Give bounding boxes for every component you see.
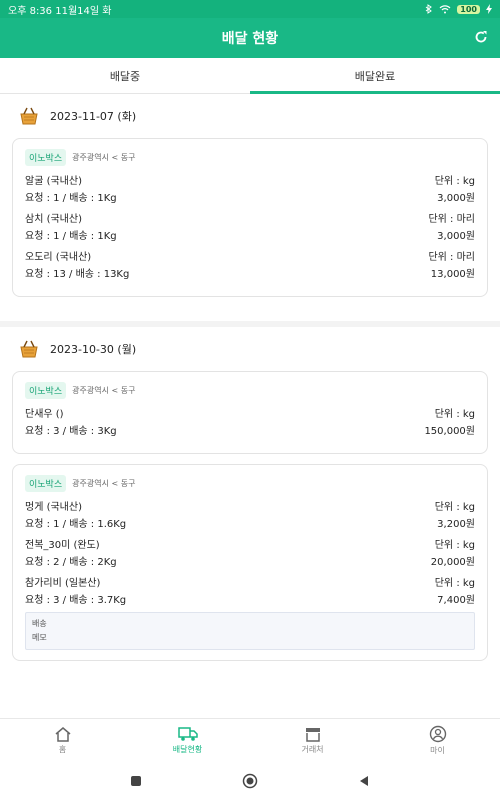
item-name: 오도리 (국내산): [25, 252, 92, 263]
date-header: 2023-11-07 (화): [12, 94, 488, 138]
order-card[interactable]: 이노박스 광주광역시 < 동구 알굴 (국내산) 요청 : 1 / 배송 : 1K…: [12, 138, 488, 297]
item-quantity: 요청 : 3 / 배송 : 3Kg: [25, 426, 117, 437]
item-unit: 단위 : kg: [434, 540, 475, 551]
order-item: 멍게 (국내산) 요청 : 1 / 배송 : 1.6Kg 단위 : kg 3,200…: [25, 498, 475, 530]
store-badge: 이노박스: [25, 382, 67, 399]
refresh-button[interactable]: [472, 28, 490, 46]
home-icon: [55, 727, 70, 742]
item-quantity: 요청 : 3 / 배송 : 3.7Kg: [25, 595, 127, 606]
order-item: 참가리비 (일본산) 요청 : 3 / 배송 : 3.7Kg 단위 : kg 7,4…: [25, 574, 475, 606]
order-item: 알굴 (국내산) 요청 : 1 / 배송 : 1Kg 단위 : kg 3,000원: [25, 172, 475, 204]
nav-my[interactable]: 마이: [375, 719, 500, 762]
order-item: 삼치 (국내산) 요청 : 1 / 배송 : 1Kg 단위 : 마리 3,000원: [25, 210, 475, 242]
nav-label: 마이: [430, 746, 445, 755]
store-region: 광주광역시 < 동구: [72, 386, 136, 395]
item-price: 150,000원: [424, 426, 475, 437]
item-unit: 단위 : 마리: [428, 214, 475, 225]
item-price: 3,200원: [437, 519, 475, 530]
order-item: 오도리 (국내산) 요청 : 13 / 배송 : 13Kg 단위 : 마리 13,0…: [25, 248, 475, 280]
nav-label: 거래처: [301, 745, 324, 754]
delivery-date: 2023-11-07 (화): [50, 110, 137, 123]
item-unit: 단위 : 마리: [428, 252, 475, 263]
truck-icon: [177, 727, 198, 741]
memo-label: 배송: [32, 619, 47, 628]
nav-label: 홈: [58, 745, 67, 754]
nav-delivery-status[interactable]: 배달현황: [125, 719, 250, 762]
order-card[interactable]: 이노박스 광주광역시 < 동구 멍게 (국내산) 요청 : 1 / 배송 : 1.…: [12, 464, 488, 661]
status-icons: 100: [425, 4, 492, 14]
item-name: 알굴 (국내산): [25, 176, 82, 187]
order-item: 단새우 () 요청 : 3 / 배송 : 3Kg 단위 : kg 150,000원: [25, 405, 475, 437]
basket-icon: [20, 340, 38, 358]
item-quantity: 요청 : 2 / 배송 : 2Kg: [25, 557, 117, 568]
battery-level: 100: [457, 4, 480, 14]
user-icon: [429, 725, 446, 743]
page-title: 배달 현황: [221, 31, 279, 47]
item-name: 단새우 (): [25, 409, 64, 420]
item-name: 삼치 (국내산): [25, 214, 82, 225]
basket-icon: [20, 107, 38, 125]
delivery-memo: 배송 메모: [25, 612, 475, 650]
tab-bar: 배달중 배달완료: [0, 58, 500, 94]
order-item: 전복_30미 (완도) 요청 : 2 / 배송 : 2Kg 단위 : kg 20,0…: [25, 536, 475, 568]
refresh-icon: [475, 31, 487, 43]
tab-in-delivery[interactable]: 배달중: [0, 58, 250, 93]
bluetooth-icon: [425, 4, 433, 14]
recent-apps-icon[interactable]: [130, 775, 142, 787]
item-price: 3,000원: [437, 193, 475, 204]
tab-label: 배달완료: [354, 69, 396, 83]
app-bar: 배달 현황: [0, 18, 500, 58]
order-card[interactable]: 이노박스 광주광역시 < 동구 단새우 () 요청 : 3 / 배송 : 3Kg …: [12, 371, 488, 454]
item-price: 20,000원: [430, 557, 475, 568]
item-unit: 단위 : kg: [434, 502, 475, 513]
nav-stores[interactable]: 거래처: [250, 719, 375, 762]
tab-delivered[interactable]: 배달완료: [250, 58, 500, 94]
memo-text: 메모: [32, 633, 47, 642]
item-quantity: 요청 : 13 / 배송 : 13Kg: [25, 269, 130, 280]
charging-icon: [486, 4, 492, 14]
item-unit: 단위 : kg: [434, 409, 475, 420]
bottom-nav: 홈 배달현황 거래처 마이: [0, 718, 500, 762]
nav-label: 배달현황: [172, 745, 203, 754]
home-button-icon[interactable]: [242, 773, 258, 789]
item-quantity: 요청 : 1 / 배송 : 1Kg: [25, 193, 117, 204]
item-quantity: 요청 : 1 / 배송 : 1Kg: [25, 231, 117, 242]
item-unit: 단위 : kg: [434, 578, 475, 589]
tab-label: 배달중: [109, 69, 141, 83]
item-name: 멍게 (국내산): [25, 502, 82, 513]
system-nav-bar: [0, 762, 500, 800]
store-icon: [305, 728, 320, 742]
status-bar: 오후 8:36 11월14일 화 100: [0, 0, 500, 18]
delivery-date: 2023-10-30 (월): [50, 343, 137, 356]
wifi-icon: [439, 4, 451, 13]
item-quantity: 요청 : 1 / 배송 : 1.6Kg: [25, 519, 127, 530]
store-region: 광주광역시 < 동구: [72, 153, 136, 162]
date-group: 2023-10-30 (월) 이노박스 광주광역시 < 동구 단새우 () 요청 …: [0, 321, 500, 685]
item-price: 7,400원: [437, 595, 475, 606]
item-name: 전복_30미 (완도): [25, 540, 100, 551]
delivery-list[interactable]: 2023-11-07 (화) 이노박스 광주광역시 < 동구 알굴 (국내산) 요…: [0, 94, 500, 718]
nav-home[interactable]: 홈: [0, 719, 125, 762]
store-badge: 이노박스: [25, 475, 67, 492]
item-price: 3,000원: [437, 231, 475, 242]
status-time: 오후 8:36 11월14일 화: [8, 5, 112, 17]
item-unit: 단위 : kg: [434, 176, 475, 187]
back-icon[interactable]: [358, 775, 370, 787]
store-badge: 이노박스: [25, 149, 67, 166]
item-name: 참가리비 (일본산): [25, 578, 101, 589]
store-region: 광주광역시 < 동구: [72, 479, 136, 488]
item-price: 13,000원: [430, 269, 475, 280]
date-header: 2023-10-30 (월): [12, 327, 488, 371]
date-group: 2023-11-07 (화) 이노박스 광주광역시 < 동구 알굴 (국내산) 요…: [0, 94, 500, 321]
